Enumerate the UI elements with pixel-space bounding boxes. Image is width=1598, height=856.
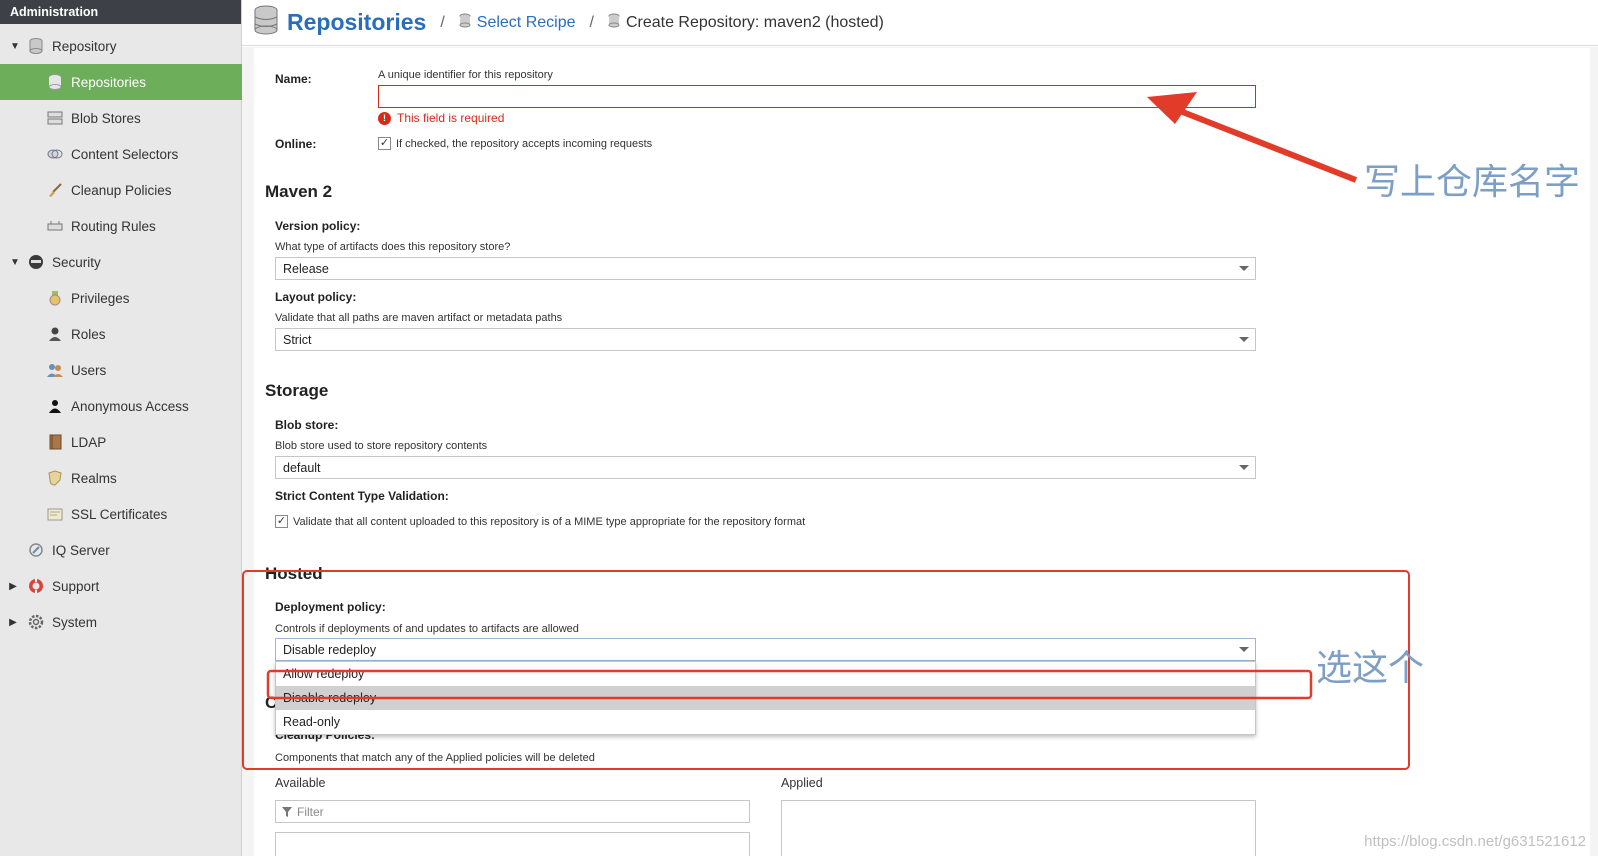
annotation-overlay bbox=[242, 92, 1410, 770]
annotation-name-note: 写上仓库名字 bbox=[1364, 162, 1581, 203]
watermark: https://blog.csdn.net/g631521612 bbox=[1364, 833, 1586, 850]
annotation-arrow-line bbox=[1173, 106, 1358, 183]
annotation-choose-note: 选这个 bbox=[1316, 648, 1425, 689]
annotation-arrow-head bbox=[1147, 92, 1197, 124]
annotation-option-box bbox=[266, 669, 1313, 700]
